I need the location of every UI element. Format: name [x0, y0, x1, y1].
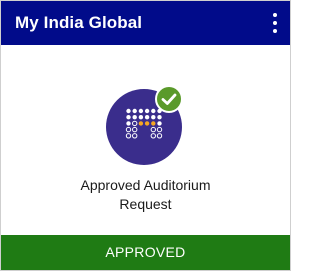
- seat-dot: [157, 121, 162, 126]
- request-title-line2: Request: [119, 196, 172, 212]
- seat-dot: [144, 115, 150, 120]
- seat-dot: [138, 121, 144, 126]
- kebab-menu-icon[interactable]: [269, 12, 281, 34]
- seat-dot: [144, 121, 150, 126]
- seat-dot: [132, 108, 137, 114]
- card-header: My India Global: [1, 1, 290, 45]
- seat-dot: [126, 108, 131, 114]
- seat-dot: [126, 115, 131, 120]
- seat-dot: [126, 121, 131, 126]
- seat-dot: [157, 115, 162, 120]
- seat-dot: [138, 108, 144, 114]
- seat-dot: [144, 108, 150, 114]
- request-title: Approved Auditorium Request: [1, 176, 290, 214]
- seat-dot: [151, 115, 156, 120]
- check-icon: [155, 85, 183, 113]
- status-bar: APPROVED: [1, 235, 290, 270]
- seat-dot: [151, 121, 156, 126]
- request-title-line1: Approved Auditorium: [80, 177, 211, 193]
- seat-dot: [138, 115, 144, 120]
- request-card[interactable]: My India Global Approved Auditorium Requ…: [0, 0, 291, 271]
- app-title: My India Global: [15, 13, 143, 32]
- seat-dot: [132, 115, 137, 120]
- card-body: Approved Auditorium Request: [1, 45, 290, 235]
